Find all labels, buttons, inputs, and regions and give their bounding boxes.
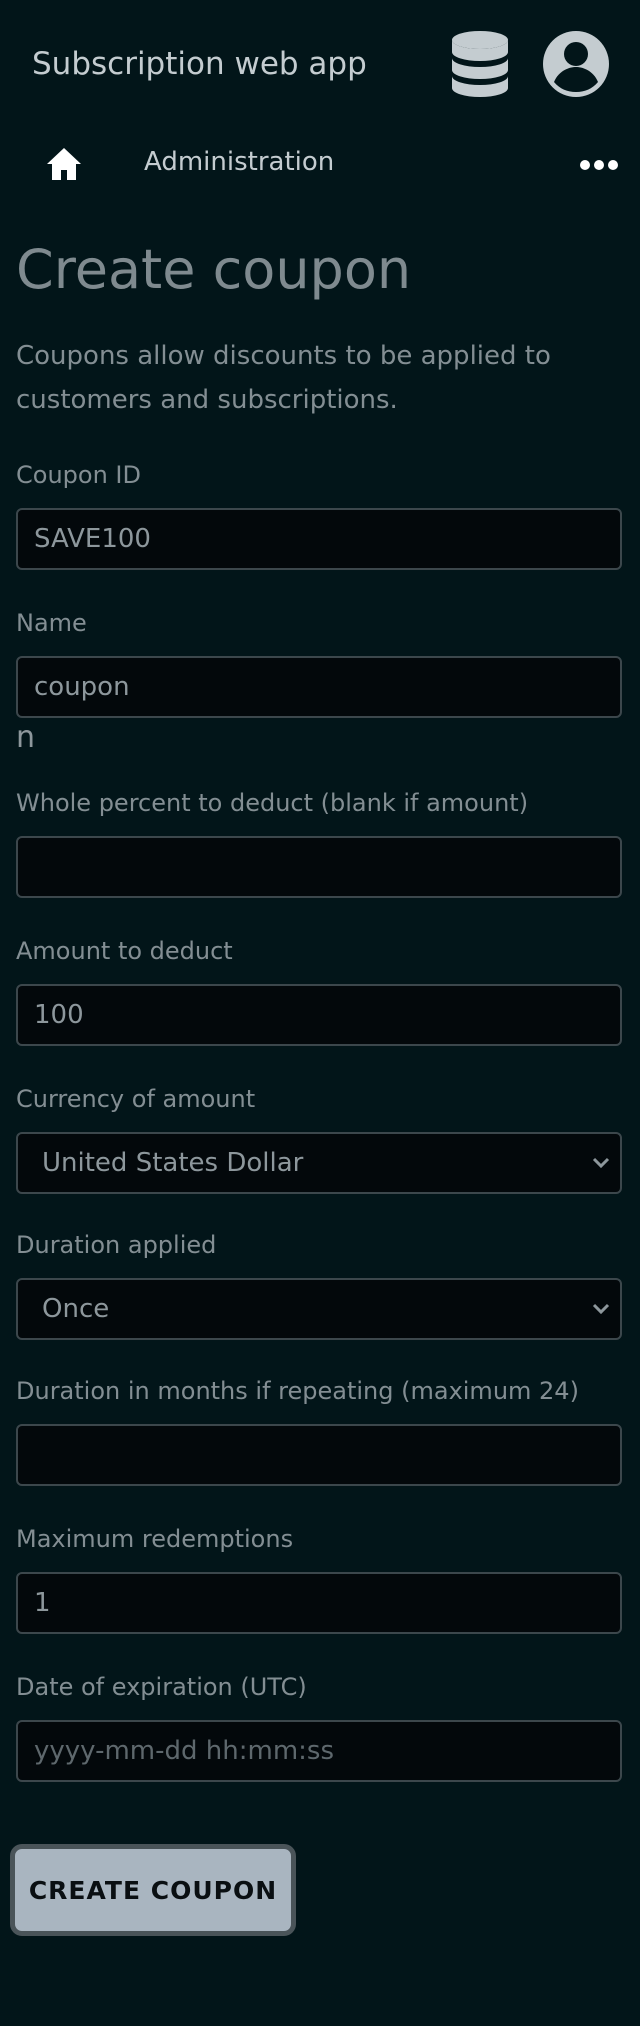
expiration-label: Date of expiration (UTC) bbox=[16, 1673, 307, 1701]
amount-off-label: Amount to deduct bbox=[16, 937, 233, 965]
duration-selected-value: Once bbox=[42, 1294, 110, 1324]
chevron-down-icon bbox=[592, 1157, 610, 1169]
nav-link-administration[interactable]: Administration bbox=[144, 144, 334, 180]
duration-select[interactable]: Once bbox=[16, 1278, 622, 1340]
page-description: Coupons allow discounts to be applied to… bbox=[16, 341, 551, 415]
name-field-wrapper bbox=[16, 656, 622, 718]
currency-selected-value: United States Dollar bbox=[42, 1148, 304, 1178]
max-redemptions-input[interactable] bbox=[18, 1574, 620, 1632]
percent-off-label: Whole percent to deduct (blank if amount… bbox=[16, 789, 529, 817]
more-horizontal-icon[interactable] bbox=[580, 152, 618, 178]
create-coupon-button[interactable]: CREATE COUPON bbox=[10, 1844, 296, 1936]
currency-label: Currency of amount bbox=[16, 1085, 256, 1113]
stray-text: n bbox=[16, 720, 36, 755]
app-header: Subscription web app bbox=[0, 0, 640, 128]
currency-select[interactable]: United States Dollar bbox=[16, 1132, 622, 1194]
expiration-input[interactable] bbox=[18, 1722, 620, 1780]
page-title: Create coupon bbox=[16, 238, 412, 301]
percent-off-input[interactable] bbox=[18, 838, 620, 896]
duration-label: Duration applied bbox=[16, 1231, 217, 1259]
duration-months-label: Duration in months if repeating (maximum… bbox=[16, 1377, 579, 1405]
amount-off-input[interactable] bbox=[18, 986, 620, 1044]
home-icon[interactable] bbox=[45, 146, 83, 182]
chevron-down-icon bbox=[592, 1303, 610, 1315]
duration-months-input[interactable] bbox=[18, 1426, 620, 1484]
max-redemptions-label: Maximum redemptions bbox=[16, 1525, 294, 1553]
coupon-id-input[interactable] bbox=[18, 510, 620, 568]
app-title[interactable]: Subscription web app bbox=[32, 40, 367, 88]
coupon-id-label: Coupon ID bbox=[16, 461, 141, 489]
expiration-field-wrapper bbox=[16, 1720, 622, 1782]
name-label: Name bbox=[16, 609, 87, 637]
database-icon[interactable] bbox=[450, 30, 510, 98]
name-input[interactable] bbox=[18, 658, 620, 716]
duration-months-field-wrapper bbox=[16, 1424, 622, 1486]
amount-off-field-wrapper bbox=[16, 984, 622, 1046]
percent-off-field-wrapper bbox=[16, 836, 622, 898]
nav-bar: Administration bbox=[0, 128, 640, 202]
account-circle-icon[interactable] bbox=[542, 30, 610, 98]
coupon-id-field-wrapper bbox=[16, 508, 622, 570]
max-redemptions-field-wrapper bbox=[16, 1572, 622, 1634]
